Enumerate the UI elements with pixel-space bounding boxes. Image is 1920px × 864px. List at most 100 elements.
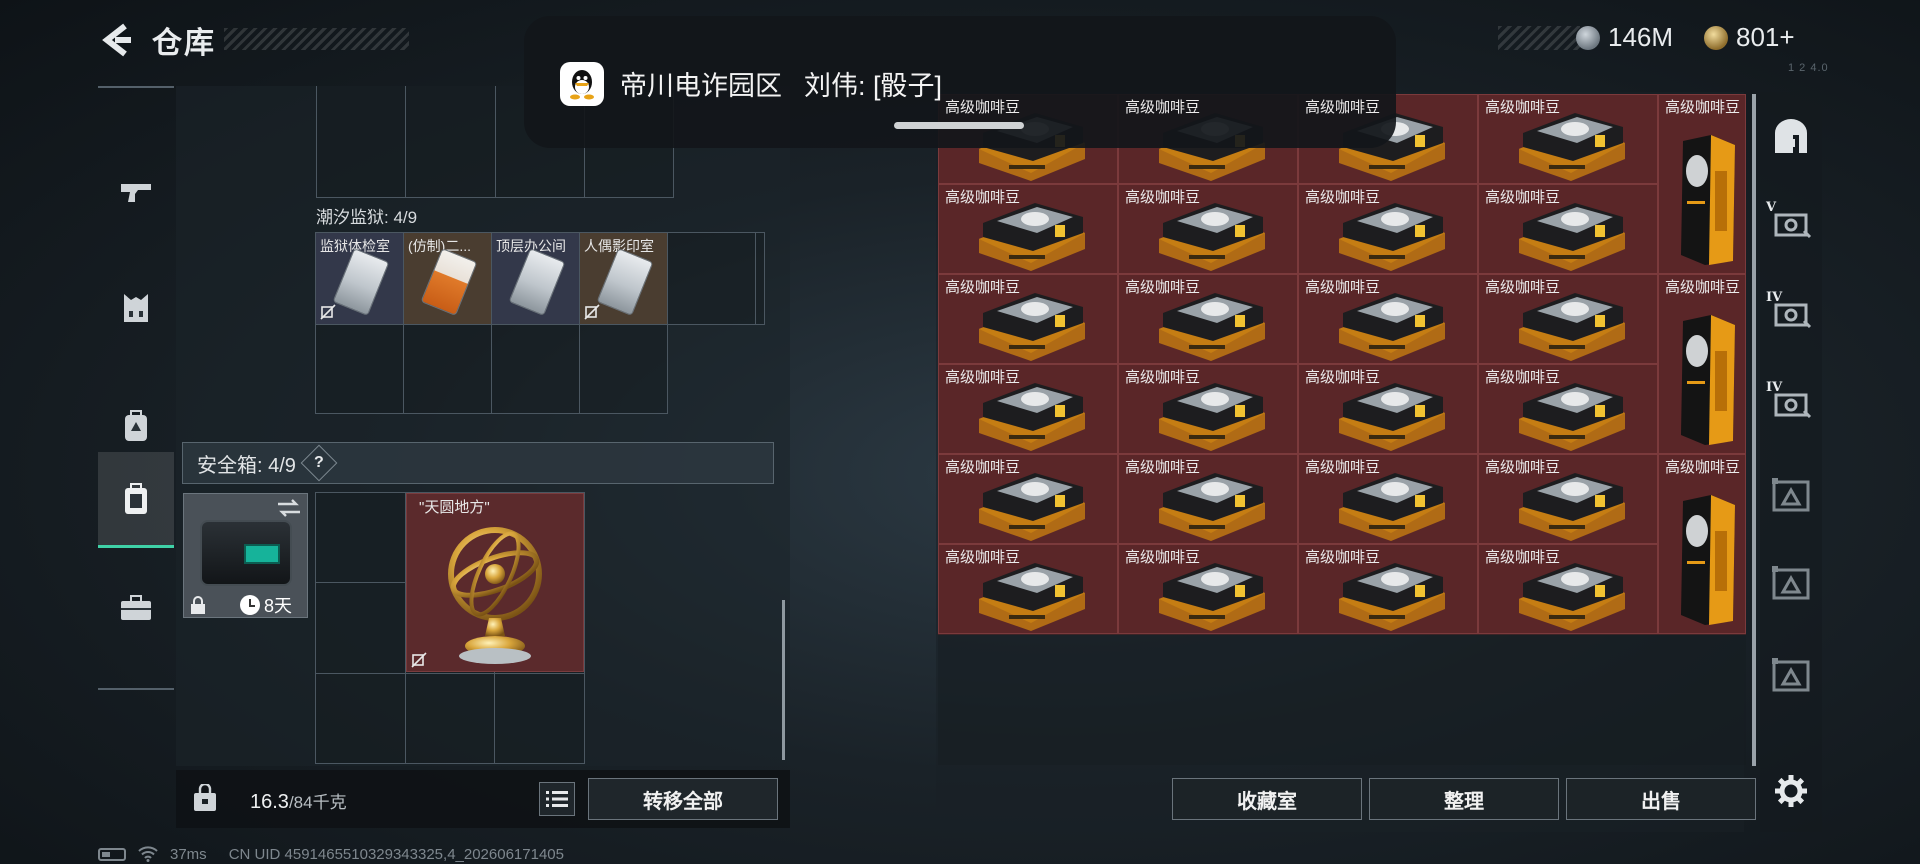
grid-cell[interactable]: [668, 233, 756, 325]
grid-cell[interactable]: [317, 86, 407, 198]
grid-cell[interactable]: [580, 325, 668, 414]
coffee-pack-icon: [1155, 289, 1267, 361]
coffee-bean-pack[interactable]: 高级咖啡豆: [1298, 274, 1478, 364]
armillary-sphere-item[interactable]: "天圆地方": [406, 493, 584, 672]
grid-cell[interactable]: [756, 233, 765, 325]
coffee-bean-pack[interactable]: 高级咖啡豆: [938, 454, 1118, 544]
coffee-bean-bag[interactable]: 高级咖啡豆: [1658, 454, 1746, 634]
storage-tab-7[interactable]: [1760, 640, 1822, 712]
coffee-bag-icon: [1675, 491, 1739, 625]
sell-button[interactable]: 出售: [1566, 778, 1756, 820]
grid-cell[interactable]: [316, 673, 406, 764]
grid-cell[interactable]: [316, 493, 406, 584]
coffee-bean-bag[interactable]: 高级咖啡豆: [1658, 94, 1746, 274]
coffee-bean-pack[interactable]: 高级咖啡豆: [938, 184, 1118, 274]
storage-tab-3[interactable]: IV: [1760, 278, 1822, 350]
storage-tab-1[interactable]: [1760, 100, 1822, 172]
notification-text: 帝川电诈园区 刘伟: [骰子]: [620, 64, 942, 103]
gear-icon: [1775, 775, 1807, 807]
coffee-bean-pack[interactable]: 高级咖啡豆: [1118, 454, 1298, 544]
coffee-bean-pack[interactable]: 高级咖啡豆: [938, 364, 1118, 454]
organize-button[interactable]: 整理: [1369, 778, 1559, 820]
currency-silver-value: 146M: [1608, 22, 1674, 52]
coffee-bean-pack[interactable]: 高级咖啡豆: [1118, 364, 1298, 454]
safebox-label: 安全箱: 4/9: [197, 454, 296, 477]
grid-cell[interactable]: [495, 673, 585, 764]
grid-cell[interactable]: [406, 86, 496, 198]
coffee-bean-pack[interactable]: 高级咖啡豆: [1478, 544, 1658, 634]
coffee-bean-pack[interactable]: 高级咖啡豆: [1298, 364, 1478, 454]
coffee-bean-pack[interactable]: 高级咖啡豆: [1118, 184, 1298, 274]
key-item[interactable]: (仿制)二...: [404, 233, 492, 325]
coffee-pack-icon: [1155, 199, 1267, 271]
grid-spacer: [756, 325, 765, 414]
sidebar-item-safebox[interactable]: [98, 452, 174, 548]
coffee-bean-bag[interactable]: 高级咖啡豆: [1658, 274, 1746, 454]
left-scrollbar[interactable]: [782, 600, 785, 760]
currency-gold[interactable]: 801+: [1704, 22, 1795, 53]
transfer-all-button[interactable]: 转移全部: [588, 778, 778, 820]
coffee-bean-pack[interactable]: 高级咖啡豆: [938, 274, 1118, 364]
key-item[interactable]: 顶层办公间: [492, 233, 580, 325]
help-icon[interactable]: ?: [300, 444, 338, 482]
grid-cell[interactable]: [316, 325, 404, 414]
safebox-case-slot[interactable]: 8天: [183, 493, 308, 618]
storage-tab-label: IV: [1766, 290, 1783, 305]
storage-home-icon: [1775, 119, 1807, 153]
warehouse-scrollbar[interactable]: [1752, 94, 1756, 766]
page-title: 仓库: [152, 27, 216, 60]
coffee-bean-name: 高级咖啡豆: [1305, 549, 1381, 566]
coffee-pack-icon: [975, 379, 1087, 451]
safe-case-screen: [244, 544, 280, 564]
coffee-bean-pack[interactable]: 高级咖啡豆: [1478, 274, 1658, 364]
swap-icon[interactable]: [276, 498, 302, 518]
coffee-bean-pack[interactable]: 高级咖啡豆: [1478, 364, 1658, 454]
back-button[interactable]: [92, 18, 140, 62]
coffee-bean-pack[interactable]: 高级咖啡豆: [1298, 454, 1478, 544]
coffee-bean-name: 高级咖啡豆: [1665, 279, 1741, 296]
grid-cell[interactable]: [404, 325, 492, 414]
sidebar-item-armor[interactable]: [98, 268, 174, 348]
grid-cell[interactable]: [316, 583, 406, 674]
safe-case-image: [200, 520, 292, 586]
lock-icon: [191, 596, 205, 614]
coffee-bean-pack[interactable]: 高级咖啡豆: [1478, 454, 1658, 544]
coffee-pack-icon: [1515, 559, 1627, 631]
grid-cell[interactable]: [492, 325, 580, 414]
storage-tab-2[interactable]: V: [1760, 188, 1822, 260]
currency-silver[interactable]: 146M: [1576, 22, 1673, 53]
sidebar-item-briefcase[interactable]: [98, 568, 174, 648]
key-item[interactable]: 人偶影印室: [580, 233, 668, 325]
storage-tab-5[interactable]: [1760, 460, 1822, 532]
storage-tab-4[interactable]: IV: [1760, 368, 1822, 440]
coffee-bean-pack[interactable]: 高级咖啡豆: [1298, 544, 1478, 634]
settings-button[interactable]: [1760, 760, 1822, 822]
coffee-bean-pack[interactable]: 高级咖啡豆: [1118, 544, 1298, 634]
list-view-button[interactable]: [539, 782, 575, 816]
coffee-bean-name: 高级咖啡豆: [1305, 99, 1381, 116]
grid-cell[interactable]: [405, 673, 496, 764]
coffee-bean-name: 高级咖啡豆: [1125, 189, 1201, 206]
coffee-bean-name: 高级咖啡豆: [1305, 279, 1381, 296]
coffee-bean-name: 高级咖啡豆: [1125, 99, 1201, 116]
carry-weight-current: 16.3: [250, 791, 289, 813]
collection-room-button[interactable]: 收藏室: [1172, 778, 1362, 820]
clock-icon: [240, 595, 260, 615]
coffee-bean-pack[interactable]: 高级咖啡豆: [1118, 274, 1298, 364]
coffee-bean-name: 高级咖啡豆: [1665, 99, 1741, 116]
coffee-bean-pack[interactable]: 高级咖啡豆: [1298, 184, 1478, 274]
treasure-item-name: "天圆地方": [419, 499, 490, 516]
coffee-bean-pack[interactable]: 高级咖啡豆: [1478, 94, 1658, 184]
notification-drag-handle[interactable]: [894, 122, 1024, 129]
coffee-pack-icon: [975, 559, 1087, 631]
back-arrow-icon: [102, 23, 131, 57]
sidebar-item-weapons[interactable]: [98, 152, 174, 232]
qq-notification[interactable]: 帝川电诈园区 刘伟: [骰子]: [524, 16, 1396, 148]
coffee-bean-name: 高级咖啡豆: [1125, 369, 1201, 386]
carry-weight: 16.3/84千克: [250, 788, 347, 814]
keycard-icon: [332, 247, 390, 317]
storage-tab-6[interactable]: [1760, 548, 1822, 620]
key-item[interactable]: 监狱体检室: [316, 233, 404, 325]
coffee-bean-pack[interactable]: 高级咖啡豆: [1478, 184, 1658, 274]
coffee-bean-pack[interactable]: 高级咖啡豆: [938, 544, 1118, 634]
